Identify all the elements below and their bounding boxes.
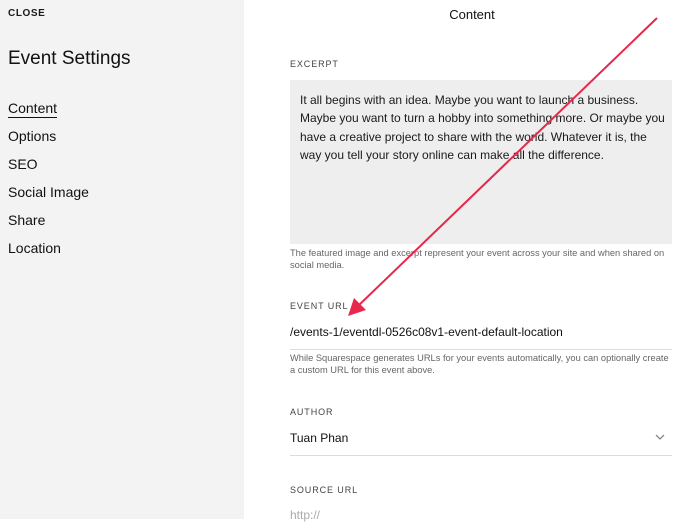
sidebar-item-label: Options <box>8 128 57 144</box>
sidebar-nav: Content Options SEO Social Image Share L… <box>8 99 89 267</box>
source-url-label: SOURCE URL <box>290 485 359 495</box>
panel-title: Content <box>449 7 495 22</box>
event-url-underline <box>290 349 672 350</box>
author-select[interactable]: Tuan Phan <box>290 431 348 445</box>
event-url-help-text: While Squarespace generates URLs for you… <box>290 353 669 375</box>
excerpt-textarea[interactable]: It all begins with an idea. Maybe you wa… <box>290 80 672 244</box>
sidebar-item-options[interactable]: Options <box>8 127 89 155</box>
event-url-label: EVENT URL <box>290 301 349 311</box>
sidebar-item-label: Location <box>8 240 61 256</box>
sidebar-item-label: SEO <box>8 156 38 172</box>
sidebar-item-location[interactable]: Location <box>8 239 89 267</box>
event-url-input[interactable]: /events-1/eventdl-0526c08v1-event-defaul… <box>290 325 563 339</box>
sidebar-item-label: Social Image <box>8 184 89 200</box>
sidebar-item-social-image[interactable]: Social Image <box>8 183 89 211</box>
sidebar-item-seo[interactable]: SEO <box>8 155 89 183</box>
source-url-input[interactable]: http:// <box>290 508 320 522</box>
chevron-down-icon[interactable] <box>653 430 667 444</box>
author-underline <box>290 455 672 456</box>
close-button[interactable]: CLOSE <box>8 8 45 19</box>
sidebar-title: Event Settings <box>8 48 131 69</box>
sidebar-item-label: Share <box>8 212 46 228</box>
sidebar-item-label: Content <box>8 100 58 118</box>
content-panel: Content EXCERPT It all begins with an id… <box>244 0 700 522</box>
excerpt-help-text: The featured image and excerpt represent… <box>290 248 665 270</box>
excerpt-text: It all begins with an idea. Maybe you wa… <box>300 93 665 163</box>
sidebar: CLOSE Event Settings Content Options SEO… <box>0 0 244 519</box>
author-label: AUTHOR <box>290 407 334 417</box>
excerpt-label: EXCERPT <box>290 59 339 69</box>
sidebar-item-share[interactable]: Share <box>8 211 89 239</box>
sidebar-item-content[interactable]: Content <box>8 99 89 127</box>
